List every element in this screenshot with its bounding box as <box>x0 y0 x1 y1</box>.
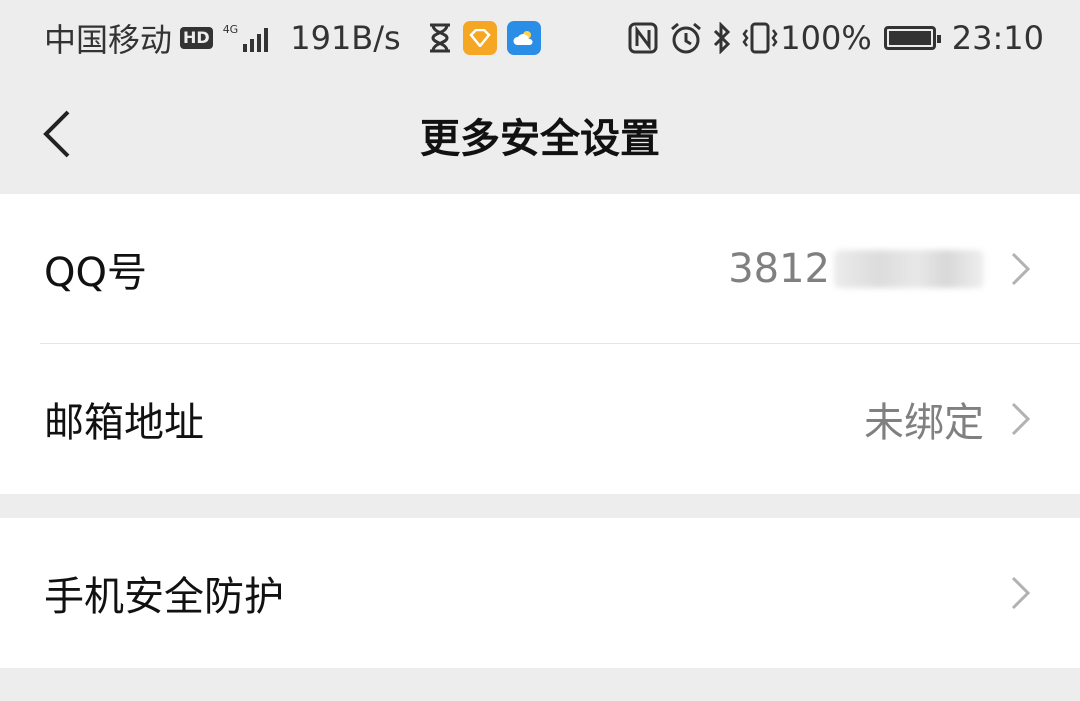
carrier-name: 中国移动 <box>44 21 173 59</box>
weather-icon <box>506 21 541 55</box>
page-title: 更多安全设置 <box>420 116 660 162</box>
settings-group-protection: 手机安全防护 <box>0 518 1080 668</box>
email-address-row[interactable]: 邮箱地址 未绑定 <box>0 344 1080 494</box>
hourglass-icon <box>429 23 450 53</box>
settings-group-account: QQ号 3812 邮箱地址 未绑定 <box>0 194 1080 494</box>
signal-icon: 4G <box>223 24 269 52</box>
bluetooth-icon <box>714 22 731 54</box>
nav-bar: 更多安全设置 <box>0 76 1080 194</box>
redacted-blur <box>834 250 984 288</box>
qq-number-value: 3812 <box>728 246 830 292</box>
battery-icon <box>883 26 941 50</box>
chevron-right-icon <box>1011 402 1031 436</box>
email-status-value: 未绑定 <box>864 400 984 446</box>
back-icon[interactable] <box>38 106 78 162</box>
chevron-right-icon <box>1011 252 1031 286</box>
phone-security-row[interactable]: 手机安全防护 <box>0 518 1080 668</box>
network-type: 4G <box>222 23 239 36</box>
battery-percent: 100% <box>780 19 872 57</box>
chevron-right-icon <box>1011 576 1031 610</box>
clock: 23:10 <box>951 19 1044 57</box>
qq-number-value-wrap: 3812 <box>728 246 984 292</box>
email-address-label: 邮箱地址 <box>44 400 204 446</box>
phone-security-label: 手机安全防护 <box>44 574 284 620</box>
vibrate-icon <box>742 22 778 54</box>
network-speed: 191B/s <box>290 19 401 57</box>
qq-number-label: QQ号 <box>44 250 147 296</box>
section-gap <box>0 494 1080 518</box>
status-bar: 中国移动 HD 4G 191B/s 100% 23:10 <box>0 0 1080 76</box>
hd-icon: HD <box>180 27 213 49</box>
app-diamond-icon <box>462 21 497 55</box>
alarm-icon <box>671 22 702 54</box>
nfc-icon <box>628 22 658 54</box>
qq-number-row[interactable]: QQ号 3812 <box>0 194 1080 344</box>
